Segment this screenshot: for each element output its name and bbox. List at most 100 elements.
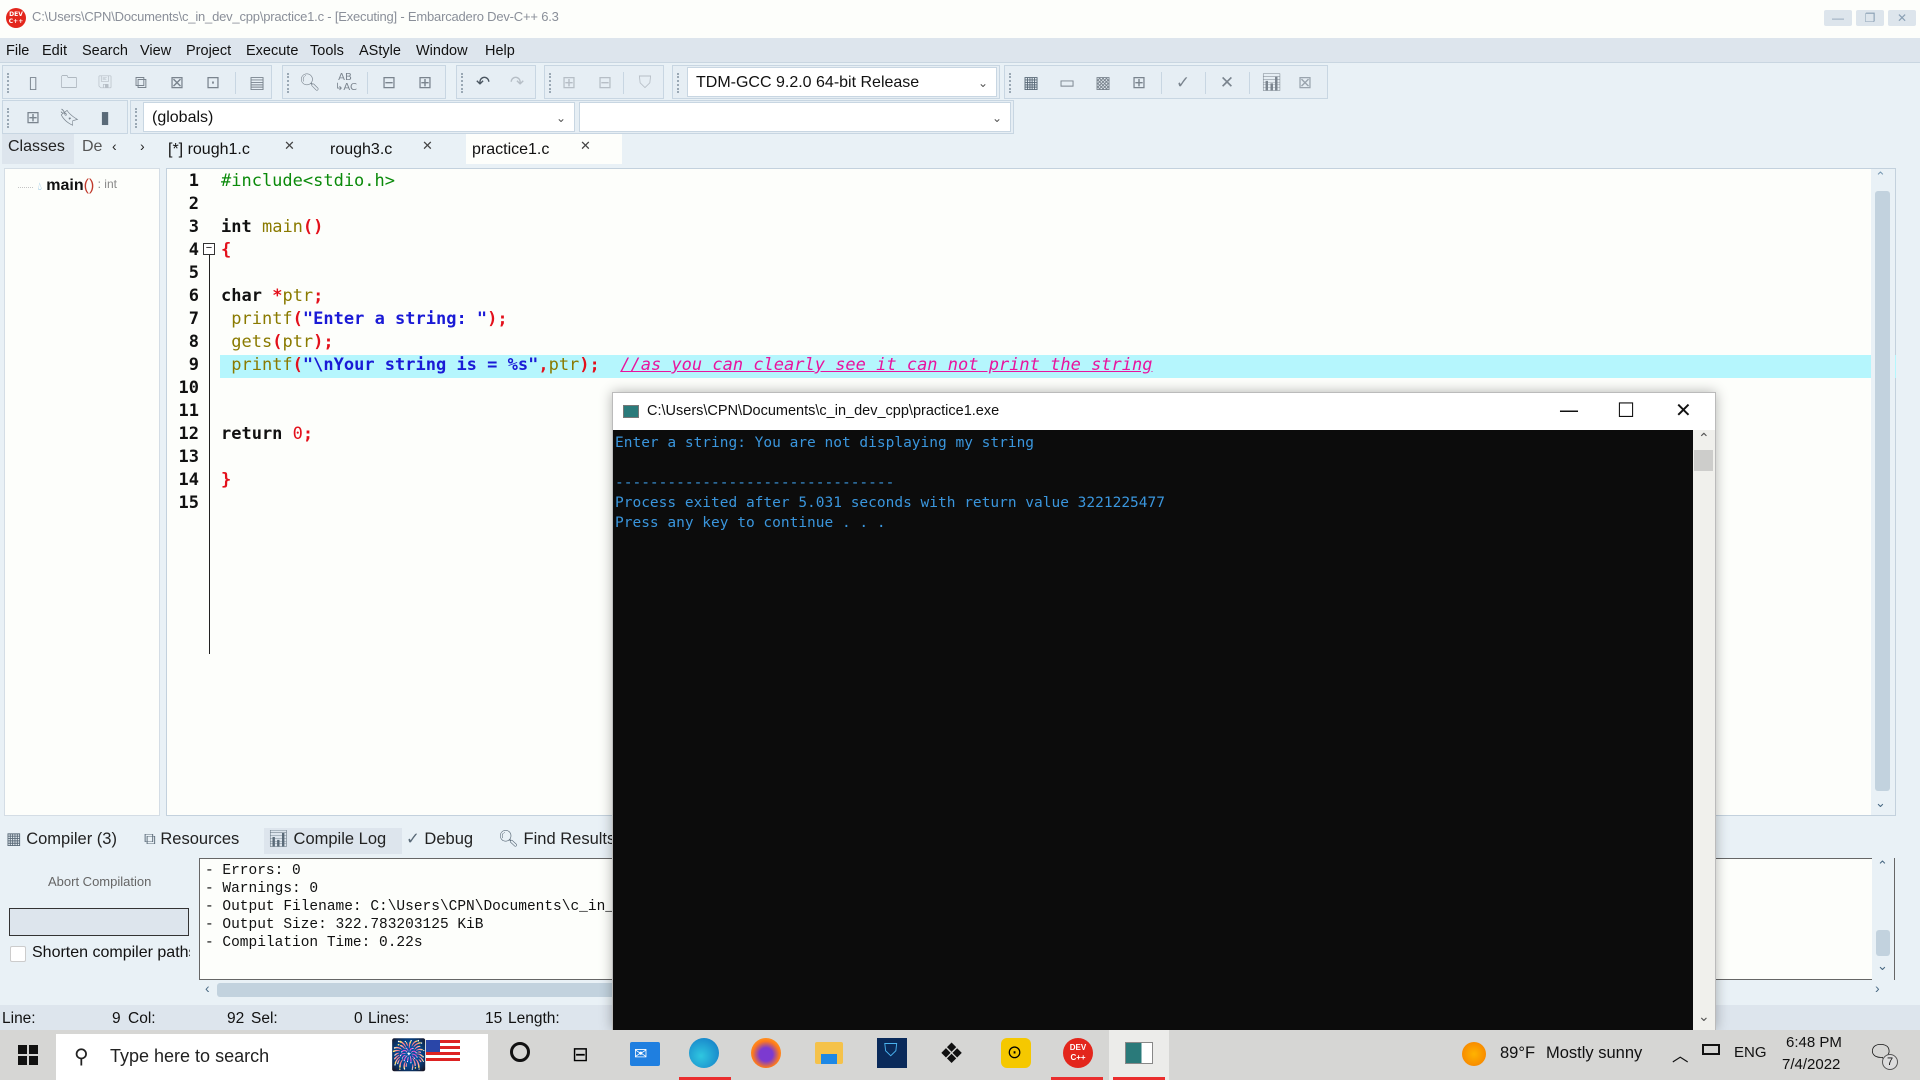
file-explorer-icon[interactable] bbox=[799, 1030, 859, 1080]
fold-toggle-icon[interactable]: − bbox=[203, 243, 215, 255]
scroll-up-icon[interactable]: ⌃ bbox=[1877, 858, 1888, 874]
project-options-icon[interactable]: ⛉ bbox=[635, 73, 655, 93]
task-view-icon[interactable]: ⊟ bbox=[552, 1030, 612, 1080]
menu-project[interactable]: Project bbox=[186, 43, 231, 59]
tab-debug[interactable]: ✓ Debug bbox=[406, 828, 473, 854]
cortana-icon[interactable] bbox=[492, 1030, 552, 1080]
menu-astyle[interactable]: AStyle bbox=[359, 43, 401, 59]
scroll-left-icon[interactable]: ‹ bbox=[205, 980, 210, 996]
new-file-icon[interactable]: ▯ bbox=[23, 73, 43, 93]
restore-button[interactable]: ❐ bbox=[1856, 10, 1884, 26]
battery-icon[interactable] bbox=[1702, 1044, 1720, 1055]
calendar-view-icon[interactable]: ▩ bbox=[1093, 73, 1113, 93]
toolbar-grip[interactable] bbox=[677, 73, 679, 93]
tab-scroll-left-icon[interactable]: ‹ bbox=[112, 138, 117, 154]
scroll-down-icon[interactable]: ⌄ bbox=[1698, 1008, 1710, 1025]
edge-icon[interactable] bbox=[675, 1030, 735, 1080]
menu-window[interactable]: Window bbox=[416, 43, 468, 59]
open-folder-icon[interactable]: 🗀 bbox=[59, 73, 79, 93]
clock-time[interactable]: 6:48 PM bbox=[1786, 1034, 1842, 1051]
mail-icon[interactable]: ✉ bbox=[612, 1030, 672, 1080]
toolbar-grip[interactable] bbox=[287, 73, 289, 93]
profile-icon[interactable]: 📊︎ bbox=[1261, 73, 1283, 93]
editor-vertical-scrollbar[interactable]: ⌃ ⌄ bbox=[1871, 169, 1895, 815]
weather-text[interactable]: Mostly sunny bbox=[1546, 1044, 1642, 1063]
weather-icon[interactable] bbox=[1462, 1042, 1486, 1066]
weather-temp[interactable]: 89°F bbox=[1500, 1044, 1535, 1063]
menu-view[interactable]: View bbox=[140, 43, 171, 59]
console-minimize-button[interactable]: — bbox=[1559, 398, 1579, 422]
toolbar-grip[interactable] bbox=[7, 108, 9, 128]
replace-icon[interactable]: AB ↳AC bbox=[335, 73, 357, 93]
tab-compile-log[interactable]: 📊︎ Compile Log bbox=[264, 828, 402, 854]
grid-view-icon[interactable]: ⊞ bbox=[1129, 73, 1149, 93]
tab-debug-label[interactable]: De bbox=[82, 138, 102, 156]
abort-compilation-button[interactable]: Abort Compilation bbox=[48, 874, 151, 889]
find-icon[interactable]: 🔍︎ bbox=[299, 73, 321, 93]
class-item-main[interactable]: ········ 💧︎ main() : int bbox=[17, 177, 117, 195]
scrollbar-thumb[interactable] bbox=[1694, 450, 1713, 471]
scroll-down-icon[interactable]: ⌄ bbox=[1875, 795, 1886, 811]
console-window[interactable]: C:\Users\CPN\Documents\c_in_dev_cpp\prac… bbox=[612, 392, 1716, 1030]
scroll-down-icon[interactable]: ⌄ bbox=[1877, 958, 1888, 974]
close-tab-icon[interactable]: ✕ bbox=[284, 130, 295, 162]
menu-help[interactable]: Help bbox=[485, 43, 515, 59]
console-close-button[interactable]: ✕ bbox=[1675, 398, 1692, 422]
menu-tools[interactable]: Tools bbox=[310, 43, 344, 59]
dropbox-icon[interactable]: ❖ bbox=[923, 1030, 983, 1080]
tab-compiler[interactable]: ▦ Compiler (3) bbox=[6, 828, 117, 854]
tab-scroll-right-icon[interactable]: › bbox=[140, 138, 145, 154]
window-icon[interactable]: ▭ bbox=[1057, 73, 1077, 93]
file-tab-rough1[interactable]: [*] rough1.c ✕ bbox=[168, 134, 308, 164]
minimize-button[interactable]: — bbox=[1824, 10, 1852, 26]
tile-windows-icon[interactable]: ▦ bbox=[1021, 73, 1041, 93]
devcpp-icon[interactable]: DEV C++ bbox=[1047, 1030, 1107, 1080]
taskbar-search[interactable]: ⚲ Type here to search 🎆 bbox=[56, 1034, 488, 1080]
tab-find-results[interactable]: 🔍︎ Find Results bbox=[498, 828, 615, 854]
toolbar-grip[interactable] bbox=[135, 108, 137, 128]
tray-overflow-icon[interactable]: ︿ bbox=[1672, 1042, 1689, 1066]
tab-classes-label[interactable]: Classes bbox=[8, 138, 65, 156]
save-icon[interactable]: 🖫 bbox=[95, 73, 115, 93]
scope-select[interactable]: (globals) ⌄ bbox=[143, 102, 575, 132]
close-all-icon[interactable]: ⊡ bbox=[203, 73, 223, 93]
save-all-icon[interactable]: ⧉ bbox=[131, 73, 151, 93]
remote-desktop-icon[interactable]: ⊙ bbox=[985, 1030, 1045, 1080]
console-scrollbar[interactable]: ⌃ ⌄ bbox=[1693, 430, 1715, 1030]
shorten-paths-checkbox[interactable] bbox=[10, 946, 26, 962]
close-tab-icon[interactable]: ✕ bbox=[422, 130, 433, 162]
close-tab-icon[interactable]: ✕ bbox=[580, 130, 591, 162]
insert-icon[interactable]: ⊞ bbox=[23, 108, 43, 128]
file-tab-practice1[interactable]: practice1.c ✕ bbox=[466, 134, 622, 164]
close-button[interactable]: ✕ bbox=[1888, 10, 1916, 26]
add-to-project-icon[interactable]: ⊞ bbox=[559, 73, 579, 93]
close-file-icon[interactable]: ⊠ bbox=[167, 73, 187, 93]
toolbar-grip[interactable] bbox=[1009, 73, 1011, 93]
log-vertical-scrollbar[interactable]: ⌃ ⌄ bbox=[1872, 858, 1894, 980]
goto-line-icon[interactable]: ⊟ bbox=[379, 73, 399, 93]
scroll-up-icon[interactable]: ⌃ bbox=[1698, 430, 1710, 447]
menu-search[interactable]: Search bbox=[82, 43, 128, 59]
check-syntax-icon[interactable]: ✓ bbox=[1173, 73, 1193, 93]
delete-profile-icon[interactable]: ⊠ bbox=[1295, 73, 1315, 93]
compiler-select[interactable]: TDM-GCC 9.2.0 64-bit Release ⌄ bbox=[687, 67, 997, 97]
toolbar-grip[interactable] bbox=[7, 73, 9, 93]
clock-date[interactable]: 7/4/2022 bbox=[1782, 1056, 1840, 1073]
redo-icon[interactable]: ↷ bbox=[507, 73, 527, 93]
firefox-icon[interactable] bbox=[737, 1030, 797, 1080]
print-icon[interactable]: ▤ bbox=[247, 73, 267, 93]
vpn-app-icon[interactable]: ⛉ bbox=[861, 1030, 921, 1080]
tab-resources[interactable]: ⧉ Resources bbox=[144, 828, 239, 854]
toolbar-grip[interactable] bbox=[461, 73, 463, 93]
undo-icon[interactable]: ↶ bbox=[473, 73, 493, 93]
bookmark-icon[interactable]: 🔖︎ bbox=[59, 108, 81, 128]
console-output[interactable]: Enter a string: You are not displaying m… bbox=[613, 430, 1693, 1030]
scrollbar-thumb[interactable] bbox=[1876, 930, 1890, 956]
menu-execute[interactable]: Execute bbox=[246, 43, 298, 59]
console-maximize-button[interactable]: ☐ bbox=[1617, 398, 1635, 422]
menu-file[interactable]: File bbox=[6, 43, 29, 59]
scrollbar-thumb[interactable] bbox=[1875, 191, 1890, 791]
remove-from-project-icon[interactable]: ⊟ bbox=[595, 73, 615, 93]
toggle-panel-icon[interactable]: ⊞ bbox=[415, 73, 435, 93]
file-tab-rough3[interactable]: rough3.c ✕ bbox=[330, 134, 460, 164]
